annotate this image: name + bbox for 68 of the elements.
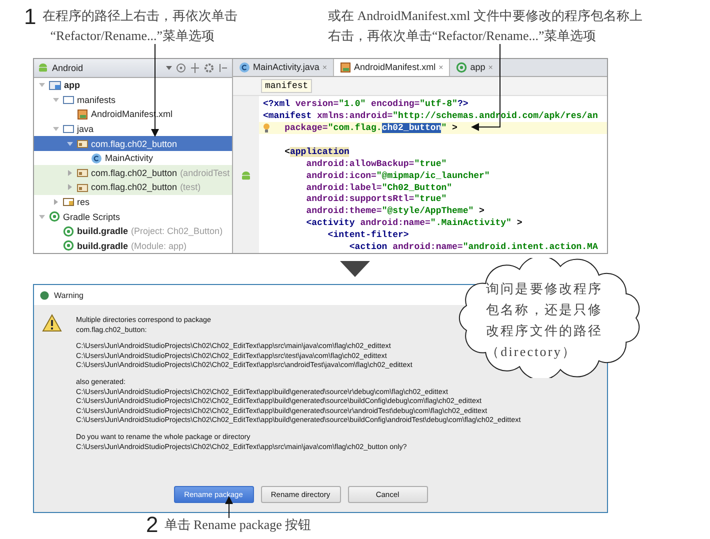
code-line: <application [284,146,350,157]
android-icon [38,63,48,72]
xml-file-icon [77,108,88,120]
collapsed-arrow-icon[interactable] [67,184,73,190]
class-icon [239,62,250,73]
hide-panel-icon[interactable] [218,62,228,73]
code-line: android:supportsRtl="true" [306,194,447,204]
expanded-arrow-icon[interactable] [53,96,59,103]
tree-item[interactable]: build.gradle (Module: app) [34,238,232,254]
settings-icon[interactable] [204,62,214,73]
package-icon [77,182,88,192]
step-number: 1 [24,6,36,31]
expanded-arrow-icon[interactable] [39,214,45,220]
module-folder-icon [49,80,61,90]
code-line: <intent-filter> [328,230,409,240]
code-line: android:allowBackup="true" [306,158,447,169]
code-line: android:theme="@style/AppTheme" > [306,206,484,216]
dialog-title: Warning [54,290,84,300]
tree-item[interactable]: com.flag.ch02_button [34,136,232,151]
editor-tab[interactable]: AndroidManifest.xml × [334,59,450,76]
lightbulb-icon[interactable] [263,123,270,134]
tree-item[interactable]: com.flag.ch02_button (androidTest [34,165,232,180]
code-line: <?xml version="1.0" encoding="utf-8"?> [263,99,468,110]
tree-item[interactable]: java [34,122,232,136]
callout-text: 询问是要修改程序 包名称，还是只修 改程序文件的路径 （directory） [486,280,603,361]
package-icon [77,139,88,148]
class-icon [91,152,102,164]
collapsed-arrow-icon[interactable] [53,198,59,205]
tree-item[interactable]: app [34,78,232,92]
tree-item[interactable]: Gradle Scripts [34,209,232,224]
code-line: package="com.flag.ch02_button" > [284,123,458,134]
tree-item[interactable]: manifests [34,92,232,107]
gradle-icon [49,211,60,222]
code-line: <action android:name="android.intent.action.MA [349,242,598,252]
tree-item[interactable]: MainActivity [34,150,232,166]
package-icon [77,168,88,178]
xml-file-icon [340,62,352,73]
collapsed-arrow-icon[interactable] [67,170,73,176]
step-caption: 在程序的路径上右击，再依次单击 “Refactor/Rename...”菜单选项 [42,7,238,45]
resource-folder-icon [63,197,74,206]
gradle-icon [456,62,468,73]
expanded-arrow-icon[interactable] [67,140,73,146]
down-triangle-icon [340,261,370,277]
collapse-icon[interactable] [190,62,200,73]
target-icon[interactable] [176,62,186,73]
note-caption: 或在 AndroidManifest.xml 文件中要修改的程序包名称上 右击，再依次单击“Refactor/Rename...”菜单选项 [328,7,643,45]
tree-item[interactable]: com.flag.ch02_button (test) [34,180,232,195]
expanded-arrow-icon[interactable] [39,82,45,88]
code-line: android:label="Ch02_Button" [306,182,452,193]
app-icon [40,290,49,300]
dropdown-caret-icon[interactable] [166,66,172,70]
step-number: 2 [146,514,158,536]
view-selector[interactable]: Android [52,62,162,73]
close-button[interactable]: × [438,62,444,72]
folder-icon [63,124,74,134]
expanded-arrow-icon[interactable] [53,126,59,132]
code-line: android:icon="@mipmap/ic_launcher" [306,170,490,181]
tree-item[interactable]: res [34,194,232,210]
gradle-icon [63,226,74,237]
warning-icon [42,314,62,332]
breadcrumb[interactable]: manifest [261,79,312,94]
folder-icon [63,95,74,104]
code-line: <activity android:name=".MainActivity" > [306,218,522,228]
gradle-icon [63,240,74,252]
tree-item[interactable]: build.gradle (Project: Ch02_Button) [34,224,232,238]
editor-tab[interactable]: app × [450,59,500,76]
android-icon[interactable] [241,171,251,180]
step-caption: 单击 Rename package 按钮 [164,516,312,534]
